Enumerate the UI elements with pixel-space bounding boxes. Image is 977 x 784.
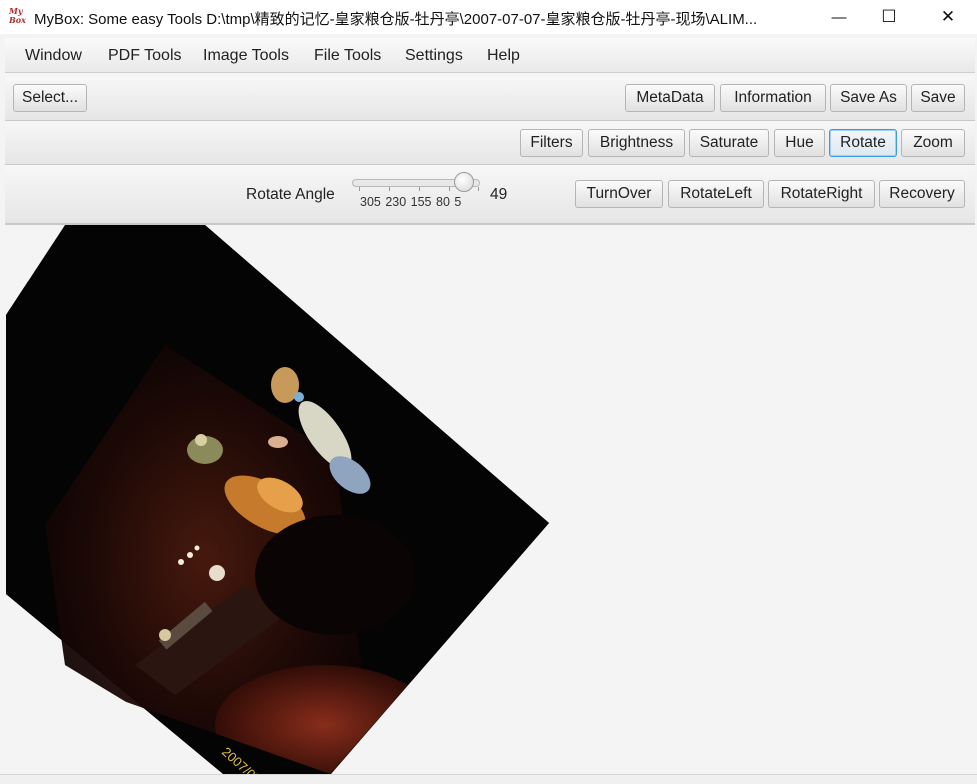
menu-file-tools[interactable]: File Tools bbox=[314, 47, 381, 65]
rotate-left-button[interactable]: RotateLeft bbox=[668, 180, 764, 208]
title-bar: My Box MyBox: Some easy Tools D:\tmp\精致的… bbox=[0, 0, 977, 34]
filters-button[interactable]: Filters bbox=[520, 129, 583, 157]
slider-tick bbox=[419, 187, 420, 191]
saturate-button[interactable]: Saturate bbox=[689, 129, 769, 157]
rotated-photo: 2007/07 bbox=[6, 225, 549, 774]
menu-image-tools[interactable]: Image Tools bbox=[203, 47, 289, 65]
slider-tick-labels: 305 230 155 80 5 bbox=[360, 195, 462, 209]
menu-help[interactable]: Help bbox=[487, 47, 520, 65]
turnover-button[interactable]: TurnOver bbox=[575, 180, 663, 208]
window-title: MyBox: Some easy Tools D:\tmp\精致的记忆-皇家粮仓… bbox=[34, 11, 758, 28]
save-button[interactable]: Save bbox=[911, 84, 965, 112]
menu-bar: Window PDF Tools Image Tools File Tools … bbox=[5, 38, 975, 73]
zoom-button[interactable]: Zoom bbox=[901, 129, 965, 157]
slider-tick bbox=[389, 187, 390, 191]
rotate-angle-label: Rotate Angle bbox=[246, 186, 335, 203]
menu-window[interactable]: Window bbox=[25, 47, 82, 65]
slider-tick bbox=[478, 187, 479, 191]
slider-tick bbox=[359, 187, 360, 191]
maximize-icon[interactable]: ☐ bbox=[866, 0, 912, 34]
information-button[interactable]: Information bbox=[720, 84, 826, 112]
save-as-button[interactable]: Save As bbox=[830, 84, 907, 112]
minimize-icon[interactable]: — bbox=[816, 0, 862, 34]
hue-button[interactable]: Hue bbox=[774, 129, 825, 157]
rotate-options-bar: Rotate Angle 305 230 155 80 5 49 TurnOve… bbox=[5, 165, 975, 224]
slider-thumb[interactable] bbox=[453, 172, 474, 192]
rotate-angle-value: 49 bbox=[490, 186, 508, 203]
image-view[interactable]: 2007/07 bbox=[5, 224, 975, 774]
slider-tick bbox=[449, 187, 450, 191]
rotate-right-button[interactable]: RotateRight bbox=[768, 180, 875, 208]
menu-settings[interactable]: Settings bbox=[405, 47, 463, 65]
main-toolbar: Select... MetaData Information Save As S… bbox=[5, 76, 975, 121]
brightness-button[interactable]: Brightness bbox=[588, 129, 685, 157]
menu-pdf-tools[interactable]: PDF Tools bbox=[108, 47, 182, 65]
app-logo: My Box bbox=[9, 6, 26, 25]
select-button[interactable]: Select... bbox=[13, 84, 87, 112]
rotate-button[interactable]: Rotate bbox=[829, 129, 897, 157]
close-icon[interactable]: ✕ bbox=[925, 0, 971, 34]
metadata-button[interactable]: MetaData bbox=[625, 84, 715, 112]
tools-toolbar: Filters Brightness Saturate Hue Rotate Z… bbox=[5, 121, 975, 165]
recovery-button[interactable]: Recovery bbox=[879, 180, 965, 208]
